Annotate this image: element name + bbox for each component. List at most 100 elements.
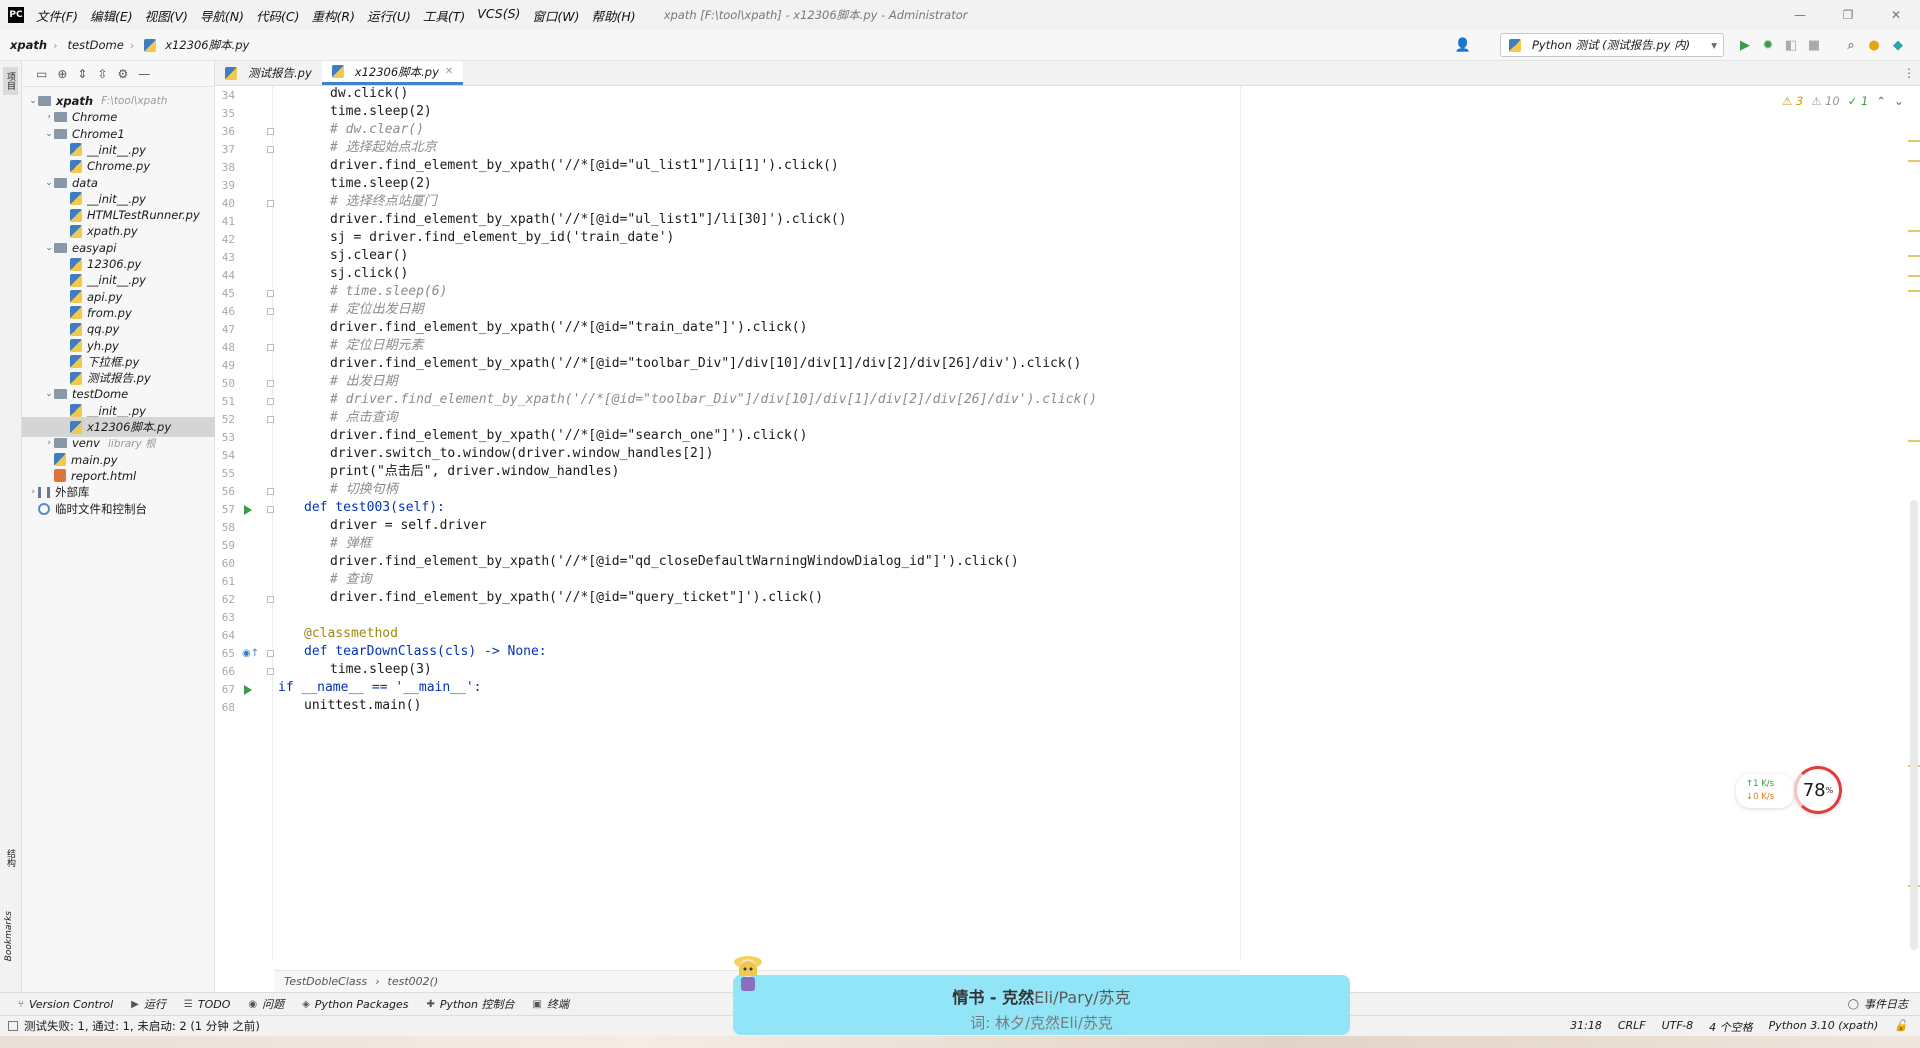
desktop-lyrics-overlay[interactable]: 情书 - 克然Eli/Pary/苏克 词: 林夕/克然Eli/苏克	[733, 975, 1350, 1035]
code-line[interactable]: def tearDownClass(cls) -> None:	[304, 643, 547, 661]
code-line[interactable]: # dw.clear()	[330, 121, 424, 139]
code-line[interactable]: driver.find_element_by_xpath('//*[@id="u…	[330, 157, 839, 175]
chevron-right-icon[interactable]: ›	[44, 438, 54, 448]
menu-item[interactable]: 工具(T)	[423, 6, 465, 25]
tool-window-button[interactable]: ◈ Python Packages	[302, 996, 408, 1012]
tool-window-button[interactable]: ✚ Python 控制台	[426, 996, 514, 1012]
code-line[interactable]: driver.switch_to.window(driver.window_ha…	[330, 445, 714, 463]
code-line[interactable]: driver.find_element_by_xpath('//*[@id="q…	[330, 589, 823, 607]
stripe-mark[interactable]	[1908, 140, 1920, 142]
menu-item[interactable]: 窗口(W)	[532, 6, 579, 25]
fold-marker-icon[interactable]	[267, 344, 274, 351]
tree-item[interactable]: 临时文件和控制台	[22, 499, 215, 519]
indent-setting[interactable]: 4 个空格	[1709, 1019, 1753, 1035]
structure-tool-button[interactable]: 结构	[4, 849, 17, 867]
chevron-up-icon[interactable]: ⌃	[1876, 94, 1886, 108]
fold-marker-icon[interactable]	[267, 596, 274, 603]
fold-marker-icon[interactable]	[267, 200, 274, 207]
code-line[interactable]: # 出发日期	[330, 373, 398, 391]
menu-item[interactable]: 帮助(H)	[592, 6, 636, 25]
python-interpreter[interactable]: Python 3.10 (xpath)	[1769, 1019, 1879, 1035]
fold-marker-icon[interactable]	[267, 398, 274, 405]
override-gutter-icon[interactable]: ◉↑	[242, 648, 259, 659]
menu-item[interactable]: 重构(R)	[312, 6, 355, 25]
chevron-down-icon[interactable]: ⌄	[44, 243, 54, 253]
code-editor[interactable]: dw.click() time.sleep(2) # dw.clear() # 选择起…	[278, 86, 1238, 960]
fold-marker-icon[interactable]	[267, 416, 274, 423]
user-icon[interactable]: 👤	[1455, 37, 1471, 53]
chevron-right-icon[interactable]: ›	[44, 112, 54, 122]
caret-position[interactable]: 31:18	[1570, 1019, 1602, 1035]
collapse-all-icon[interactable]: ⇳	[97, 67, 107, 81]
stop-icon[interactable]: ■	[1806, 37, 1822, 53]
file-encoding[interactable]: UTF-8	[1662, 1019, 1693, 1035]
code-line[interactable]: if __name__ == '__main__':	[278, 679, 482, 697]
code-line[interactable]: sj = driver.find_element_by_id('train_da…	[330, 229, 674, 247]
chevron-down-icon[interactable]: ⌄	[44, 178, 54, 188]
stripe-mark[interactable]	[1908, 440, 1920, 442]
bookmarks-tool-button[interactable]: Bookmarks	[4, 911, 14, 961]
stripe-mark[interactable]	[1908, 290, 1920, 292]
project-tool-button[interactable]: 项目	[3, 67, 18, 95]
status-toggle-icon[interactable]	[8, 1021, 18, 1031]
stripe-mark[interactable]	[1908, 275, 1920, 277]
debug-icon[interactable]: ✹	[1760, 37, 1776, 53]
breadcrumb-method[interactable]: test002()	[388, 975, 439, 988]
menu-item[interactable]: 文件(F)	[36, 6, 78, 25]
code-line[interactable]: time.sleep(2)	[330, 175, 432, 193]
close-button[interactable]: ✕	[1872, 0, 1920, 30]
stripe-mark[interactable]	[1908, 160, 1920, 162]
fold-marker-icon[interactable]	[267, 380, 274, 387]
fold-marker-icon[interactable]	[267, 290, 274, 297]
gear-icon[interactable]: ⚙	[118, 67, 129, 81]
fold-marker-icon[interactable]	[267, 128, 274, 135]
code-line[interactable]: # 定位出发日期	[330, 301, 424, 319]
code-line[interactable]: # 切换句柄	[330, 481, 398, 499]
jetbrains-icon[interactable]: ◆	[1890, 37, 1906, 53]
chevron-down-icon[interactable]: ⌄	[28, 96, 38, 106]
code-line[interactable]: def test003(self):	[304, 499, 445, 517]
code-line[interactable]: driver.find_element_by_xpath('//*[@id="t…	[330, 319, 807, 337]
menu-item[interactable]: VCS(S)	[477, 6, 520, 25]
mascot-icon[interactable]	[728, 950, 768, 996]
fold-marker-icon[interactable]	[267, 506, 274, 513]
fold-marker-icon[interactable]	[267, 308, 274, 315]
code-line[interactable]: # 点击查询	[330, 409, 398, 427]
code-line[interactable]: # 选择终点站厦门	[330, 193, 437, 211]
menu-item[interactable]: 编辑(E)	[90, 6, 133, 25]
tool-window-button[interactable]: ⑂ Version Control	[18, 996, 113, 1012]
fold-marker-icon[interactable]	[267, 668, 274, 675]
menu-item[interactable]: 运行(U)	[367, 6, 411, 25]
code-line[interactable]: time.sleep(3)	[330, 661, 432, 679]
tool-window-button[interactable]: ☰ TODO	[184, 996, 230, 1012]
run-icon[interactable]: ▶	[1737, 37, 1753, 53]
menu-item[interactable]: 导航(N)	[200, 6, 244, 25]
select-opened-file-icon[interactable]: ▭	[36, 67, 47, 81]
code-line[interactable]: driver = self.driver	[330, 517, 487, 535]
code-line[interactable]: sj.clear()	[330, 247, 408, 265]
code-line[interactable]: print("点击后", driver.window_handles)	[330, 463, 619, 481]
locate-icon[interactable]: ⊕	[57, 67, 67, 81]
code-line[interactable]: # 选择起始点北京	[330, 139, 437, 157]
expand-all-icon[interactable]: ⇕	[77, 67, 87, 81]
editor-tab[interactable]: 测试报告.py	[215, 61, 322, 85]
code-line[interactable]: unittest.main()	[304, 697, 421, 715]
inspection-widget[interactable]: ⚠ 3 ⚠ 10 ✓ 1 ⌃ ⌄	[1782, 94, 1904, 108]
stripe-mark[interactable]	[1908, 230, 1920, 232]
chevron-down-icon[interactable]: ⌄	[1894, 94, 1904, 108]
fold-marker-icon[interactable]	[267, 146, 274, 153]
code-line[interactable]: # time.sleep(6)	[330, 283, 447, 301]
code-line[interactable]: time.sleep(2)	[330, 103, 432, 121]
code-line[interactable]: sj.click()	[330, 265, 408, 283]
stripe-mark[interactable]	[1908, 255, 1920, 257]
event-log-button[interactable]: ◯ 事件日志	[1848, 996, 1908, 1012]
editor-tab[interactable]: x12306脚本.py ✕	[321, 61, 464, 85]
code-line[interactable]: driver.find_element_by_xpath('//*[@id="q…	[330, 553, 1019, 571]
run-config-select[interactable]: Python 测试 (测试报告.py 内) ▾	[1500, 33, 1724, 57]
lock-icon[interactable]: 🔓	[1894, 1019, 1908, 1035]
code-line[interactable]: # driver.find_element_by_xpath('//*[@id=…	[330, 391, 1097, 409]
chevron-down-icon[interactable]: ⌄	[44, 389, 54, 399]
coverage-icon[interactable]: ◧	[1783, 37, 1799, 53]
run-gutter-icon[interactable]	[244, 505, 252, 515]
minimize-button[interactable]: —	[1776, 0, 1824, 30]
